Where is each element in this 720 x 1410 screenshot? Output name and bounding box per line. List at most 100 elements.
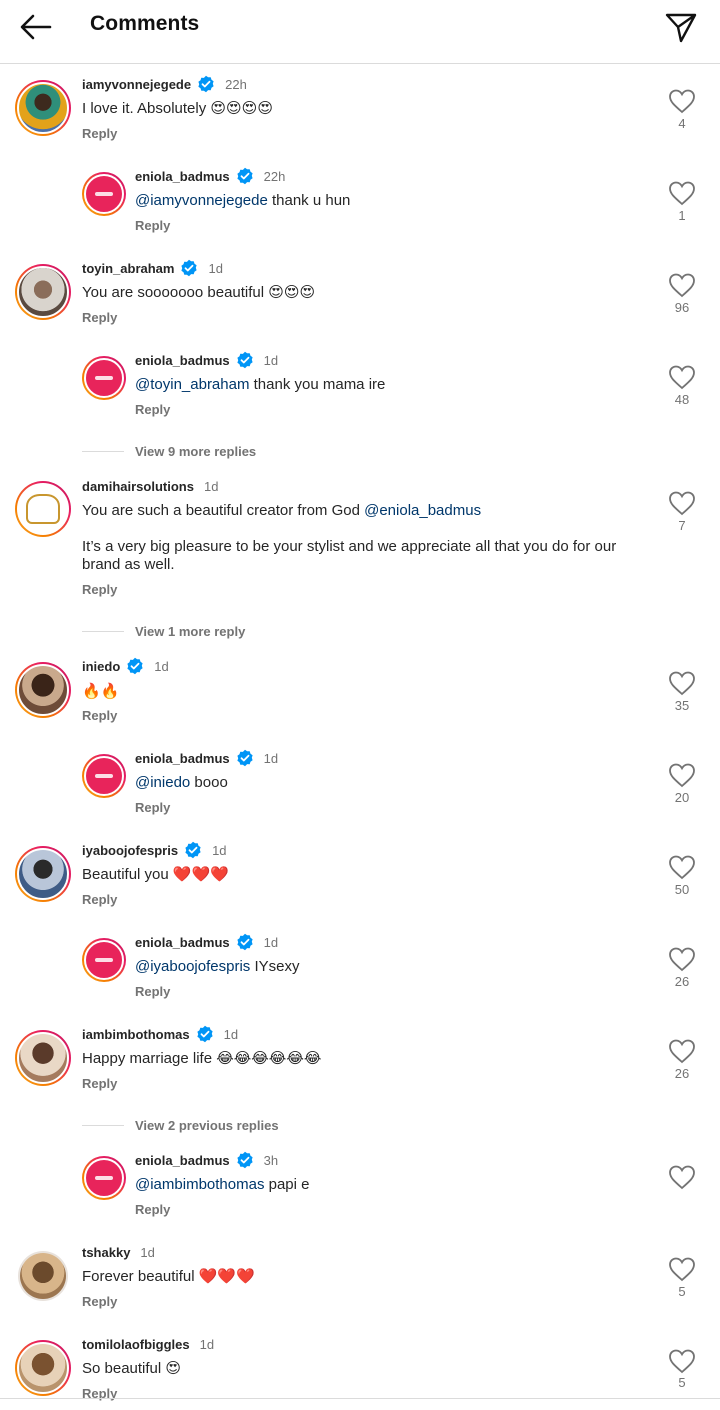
divider [82, 450, 124, 452]
heart-outline-icon[interactable] [668, 180, 696, 206]
comment-username[interactable]: iamyvonnejegede [82, 77, 191, 92]
comment-text: Happy marriage life 😂😂😂😂😂😂 [82, 1050, 322, 1067]
comment-text: @toyin_abraham thank you mama ire [135, 376, 385, 394]
avatar[interactable] [15, 662, 71, 718]
reply-button[interactable]: Reply [82, 310, 117, 325]
comment-username[interactable]: tshakky [82, 1245, 130, 1260]
comment-username[interactable]: damihairsolutions [82, 479, 194, 494]
heart-outline-icon[interactable] [668, 490, 696, 516]
reply-button[interactable]: Reply [82, 582, 117, 597]
comment-username[interactable]: eniola_badmus [135, 1153, 230, 1168]
comment-time: 22h [263, 168, 286, 184]
verified-badge-icon [127, 657, 143, 675]
heart-outline-icon[interactable] [668, 1348, 696, 1374]
avatar[interactable] [82, 172, 126, 216]
comment-text: You are sooooooo beautiful 😍😍😍 [82, 284, 316, 301]
avatar[interactable] [82, 356, 126, 400]
reply-button[interactable]: Reply [82, 1294, 117, 1309]
comment-username[interactable]: tomilolaofbiggles [82, 1337, 190, 1352]
reply-button[interactable]: Reply [135, 1202, 170, 1217]
like-count: 26 [674, 1066, 690, 1081]
heart-outline-icon[interactable] [668, 762, 696, 788]
reply-button[interactable]: Reply [135, 984, 170, 999]
verified-badge-icon [181, 259, 198, 277]
reply-button[interactable]: Reply [82, 126, 117, 141]
verified-badge-icon [198, 75, 214, 93]
comment-time: 1d [154, 658, 169, 674]
comment-text: 🔥🔥 [82, 682, 120, 700]
mention-link[interactable]: @iambimbothomas [135, 1176, 264, 1193]
header: Comments [0, 0, 720, 64]
comment-username[interactable]: iyaboojofespris [82, 843, 178, 858]
avatar[interactable] [15, 481, 71, 537]
verified-badge-icon [237, 167, 253, 185]
comment-username[interactable]: iniedo [82, 659, 120, 674]
comment-text: Forever beautiful ❤️❤️❤️ [82, 1268, 255, 1285]
comment-time: 22h [225, 76, 247, 92]
comment-time: 1d [263, 750, 279, 766]
view-more-label: View 2 previous replies [135, 1117, 279, 1133]
heart-outline-icon[interactable] [668, 1038, 696, 1064]
avatar[interactable] [82, 1156, 126, 1200]
comment-username[interactable]: eniola_badmus [135, 935, 230, 950]
avatar[interactable] [15, 80, 71, 136]
reply-button[interactable]: Reply [135, 800, 170, 815]
heart-outline-icon[interactable] [668, 670, 696, 696]
reply-button[interactable]: Reply [82, 892, 117, 907]
like-count: 96 [674, 300, 690, 315]
view-more-label: View 1 more reply [135, 623, 246, 639]
comment-time: 1d [203, 478, 219, 494]
comment-time: 1d [263, 352, 279, 368]
heart-outline-icon[interactable] [668, 946, 696, 972]
heart-outline-icon[interactable] [668, 272, 696, 298]
comment-username[interactable]: iambimbothomas [82, 1027, 190, 1042]
mention-link[interactable]: @iyaboojofespris [135, 958, 250, 975]
comment-text: I love it. Absolutely 😍😍😍😍 [82, 100, 273, 117]
avatar[interactable] [15, 846, 71, 902]
back-arrow-icon[interactable] [18, 12, 54, 42]
like-count: 20 [674, 790, 690, 805]
comment-text: You are such a beautiful creator from Go… [82, 502, 481, 520]
comment-username[interactable]: eniola_badmus [135, 169, 230, 184]
mention-link[interactable]: @toyin_abraham [135, 376, 249, 393]
comment-username[interactable]: eniola_badmus [135, 353, 230, 368]
view-more-label: View 9 more replies [135, 443, 257, 459]
view-previous-replies[interactable]: View 2 previous replies [82, 1115, 279, 1135]
comment-text-body: booo [190, 774, 228, 791]
heart-outline-icon[interactable] [668, 1164, 696, 1190]
like-count: 50 [674, 882, 690, 897]
comment-text: @iambimbothomas papi e [135, 1176, 310, 1194]
comment-time: 1d [199, 1336, 215, 1352]
heart-outline-icon[interactable] [668, 1256, 696, 1282]
like-count: 48 [674, 392, 690, 407]
verified-badge-icon [237, 933, 253, 951]
divider [82, 1124, 124, 1126]
send-icon[interactable] [664, 10, 698, 44]
mention-link[interactable]: @eniola_badmus [364, 502, 481, 519]
comment-username[interactable]: toyin_abraham [82, 261, 174, 276]
verified-badge-icon [237, 351, 253, 369]
heart-outline-icon[interactable] [668, 88, 696, 114]
avatar[interactable] [15, 1030, 71, 1086]
mention-link[interactable]: @iamyvonnejegede [135, 192, 268, 209]
mention-link[interactable]: @iniedo [135, 774, 190, 791]
comment-time: 3h [263, 1152, 279, 1168]
heart-outline-icon[interactable] [668, 854, 696, 880]
view-more-replies[interactable]: View 9 more replies [82, 441, 256, 461]
like-count: 5 [678, 1375, 686, 1390]
avatar[interactable] [82, 754, 126, 798]
reply-button[interactable]: Reply [82, 1076, 117, 1091]
reply-button[interactable]: Reply [82, 708, 117, 723]
reply-button[interactable]: Reply [135, 402, 170, 417]
heart-outline-icon[interactable] [668, 364, 696, 390]
avatar[interactable] [15, 1340, 71, 1396]
comment-time: 1d [223, 1026, 239, 1042]
avatar[interactable] [15, 264, 71, 320]
view-more-replies[interactable]: View 1 more reply [82, 621, 245, 641]
comment-username[interactable]: eniola_badmus [135, 751, 230, 766]
reply-button[interactable]: Reply [135, 218, 170, 233]
avatar[interactable] [18, 1251, 68, 1301]
like-count: 35 [674, 698, 690, 713]
comment-text-body: thank u hun [267, 192, 351, 209]
avatar[interactable] [82, 938, 126, 982]
